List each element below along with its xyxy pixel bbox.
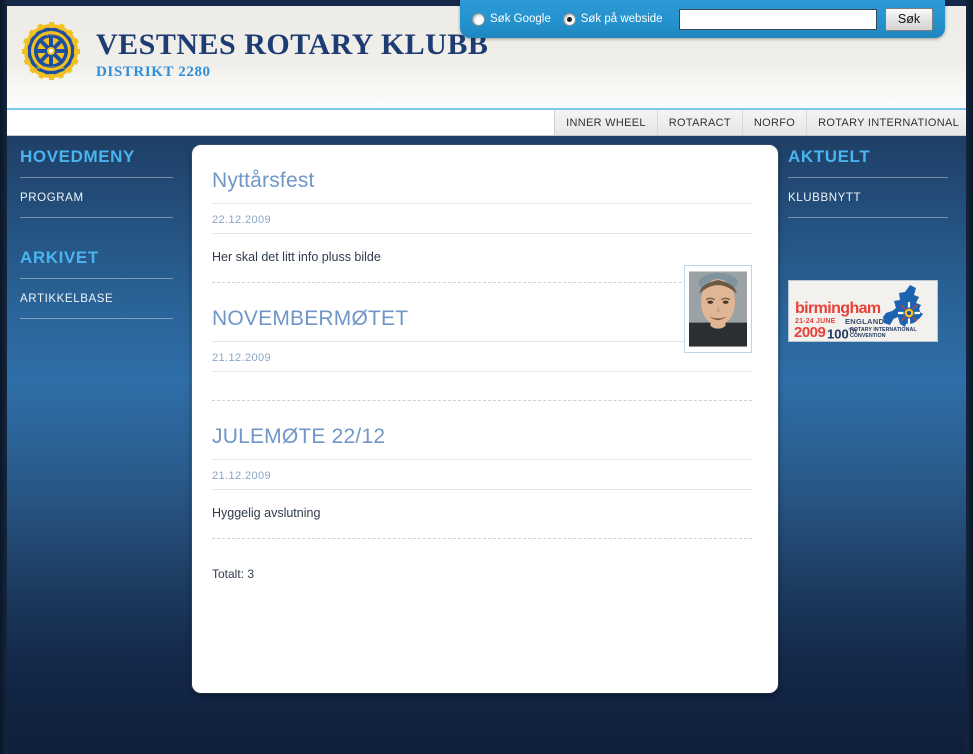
search-option-google[interactable]: Søk Google: [472, 12, 551, 26]
page-root: ROTARY INTERNATIONAL VESTNES ROTARY KLUB…: [0, 0, 973, 754]
article-separator: [212, 538, 752, 539]
banner-ordinal-number: 100: [827, 326, 849, 342]
article-date-row: 21.12.2009: [212, 341, 752, 372]
banner-convention-text: ROTARY INTERNATIONAL CONVENTION: [850, 327, 917, 339]
sidebar-divider: [788, 217, 948, 218]
sidebar-heading-hovedmeny: HOVEDMENY: [20, 147, 135, 166]
banner-country: ENGLAND: [845, 317, 885, 326]
brand-block: VESTNES ROTARY KLUBB DISTRIKT 2280: [96, 28, 488, 81]
page-left-edge: [0, 0, 7, 754]
sidebar-block-arkivet: ARKIVET ARTIKKELBASE: [20, 248, 183, 319]
article-thumbnail[interactable]: [684, 265, 752, 353]
sidebar-item-artikkelbase[interactable]: ARTIKKELBASE: [20, 279, 183, 318]
sidebar-heading-aktuelt: AKTUELT: [788, 147, 871, 166]
body-area: HOVEDMENY PROGRAM ARKIVET ARTIKKELBASE N…: [0, 137, 973, 754]
article-separator: [212, 400, 752, 401]
topnav-item-inner-wheel[interactable]: INNER WHEEL: [555, 110, 658, 135]
banner-year: 2009: [794, 324, 826, 341]
site-title: VESTNES ROTARY KLUBB: [96, 28, 489, 61]
article-date: 21.12.2009: [212, 470, 272, 482]
article-title[interactable]: Nyttårsfest: [212, 163, 752, 203]
portrait-photo-icon: [689, 271, 747, 347]
article-item: NOVEMBERMØTET 21.12.2009: [212, 265, 752, 419]
search-option-website-label: Søk på webside: [580, 13, 663, 25]
article-separator: [212, 282, 752, 283]
search-option-website[interactable]: Søk på webside: [562, 12, 663, 26]
article-total-count: Totalt: 3: [212, 567, 255, 581]
sidebar-block-aktuelt: AKTUELT KLUBBNYTT: [788, 147, 958, 218]
right-sidebar: AKTUELT KLUBBNYTT birmingham 21-24 JUNE …: [788, 147, 958, 342]
rotary-wheel-icon: ROTARY INTERNATIONAL: [22, 22, 80, 80]
article-date: 21.12.2009: [212, 352, 272, 364]
article-body: Hyggelig avslutning: [212, 506, 321, 520]
sidebar-block-hovedmeny: HOVEDMENY PROGRAM: [20, 147, 183, 218]
article-date-row: 21.12.2009: [212, 459, 752, 490]
svg-text:INTERNATIONAL: INTERNATIONAL: [36, 66, 66, 70]
article-list-panel: Nyttårsfest 22.12.2009 Her skal det litt…: [192, 145, 778, 693]
sidebar-divider: [20, 217, 173, 218]
article-item: JULEMØTE 22/12 21.12.2009 Hyggelig avslu…: [212, 419, 752, 557]
sidebar-divider: [20, 318, 173, 319]
top-navigation-bar: INNER WHEEL ROTARACT NORFO ROTARY INTERN…: [0, 110, 973, 136]
left-sidebar: HOVEDMENY PROGRAM ARKIVET ARTIKKELBASE: [8, 147, 183, 349]
article-title[interactable]: NOVEMBERMØTET: [212, 301, 752, 341]
page-right-edge: [966, 0, 973, 754]
article-body: [212, 372, 752, 400]
topnav-item-rotary-international[interactable]: ROTARY INTERNATIONAL: [807, 110, 973, 135]
site-subtitle: DISTRIKT 2280: [96, 64, 211, 80]
article-title[interactable]: JULEMØTE 22/12: [212, 419, 752, 459]
radio-google-icon[interactable]: [472, 12, 485, 26]
search-scope-radio-group: Søk Google Søk på webside: [472, 12, 669, 26]
svg-text:ROTARY: ROTARY: [42, 32, 59, 37]
article-item: Nyttårsfest 22.12.2009 Her skal det litt…: [212, 163, 752, 301]
topnav-item-rotaract[interactable]: ROTARACT: [658, 110, 743, 135]
banner-city: birmingham: [795, 300, 881, 317]
birmingham-convention-banner[interactable]: birmingham 21-24 JUNE ENGLAND 2009 100TH…: [788, 280, 938, 342]
search-option-google-label: Søk Google: [490, 13, 551, 25]
radio-website-icon[interactable]: [562, 12, 576, 26]
sidebar-heading-arkivet: ARKIVET: [20, 248, 99, 267]
article-date: 22.12.2009: [212, 214, 272, 226]
search-input[interactable]: [678, 8, 877, 30]
article-date-row: 22.12.2009: [212, 203, 752, 234]
search-submit-button[interactable]: Søk: [885, 7, 933, 31]
sidebar-item-program[interactable]: PROGRAM: [20, 178, 183, 217]
article-body: Her skal det litt info pluss bilde: [212, 250, 381, 264]
top-navigation-items: INNER WHEEL ROTARACT NORFO ROTARY INTERN…: [554, 110, 973, 135]
sidebar-item-klubbnytt[interactable]: KLUBBNYTT: [788, 178, 958, 217]
topnav-item-norfo[interactable]: NORFO: [743, 110, 808, 135]
search-panel: Søk Google Søk på webside Søk: [460, 0, 945, 38]
